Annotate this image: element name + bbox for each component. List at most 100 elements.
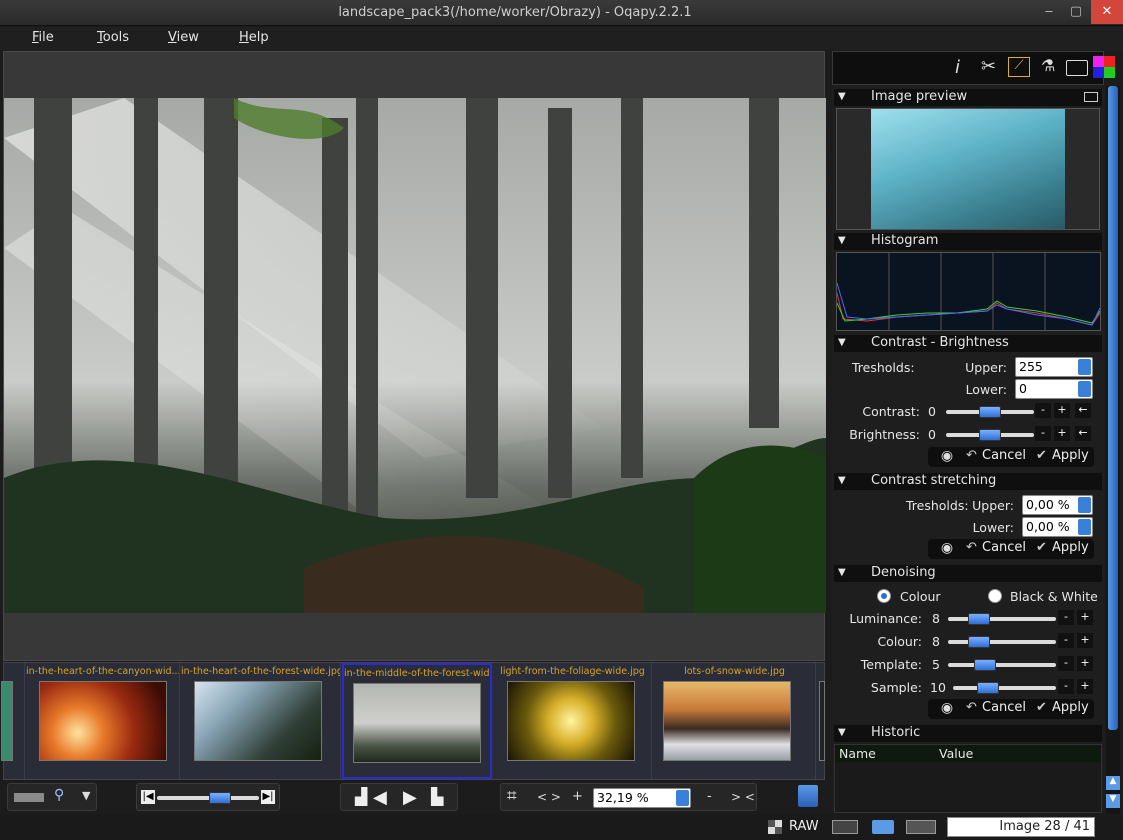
preview-eye-icon[interactable]: ◉ xyxy=(930,540,964,558)
scissors-icon[interactable]: ✂ xyxy=(981,56,996,77)
zoom-in-button[interactable]: + xyxy=(572,789,583,804)
menu-tools[interactable]: Tools xyxy=(97,30,129,45)
section-histogram[interactable]: ▼ Histogram xyxy=(834,233,1102,250)
panel-scrollbar[interactable]: ▲ ▼ xyxy=(1106,86,1120,814)
contrast-plus-button[interactable]: + xyxy=(1054,403,1070,418)
collapse-arrow-icon[interactable]: ▼ xyxy=(838,727,846,738)
collapse-arrow-icon[interactable]: ▼ xyxy=(838,235,846,246)
first-icon[interactable]: |◀ xyxy=(141,790,155,804)
menu-file[interactable]: File xyxy=(32,30,54,45)
sample-slider[interactable] xyxy=(953,682,1056,694)
close-button[interactable]: ✕ xyxy=(1091,0,1123,24)
last-image-icon[interactable]: ▙ xyxy=(431,787,443,806)
maximize-button[interactable]: ▢ xyxy=(1063,0,1089,24)
folder-icon[interactable] xyxy=(872,820,894,834)
thumbnail-item[interactable]: lots-of-snow-wide.jpg xyxy=(654,663,816,779)
menu-view[interactable]: View xyxy=(168,30,199,45)
collapse-arrow-icon[interactable]: ▼ xyxy=(838,475,846,486)
preview-eye-icon[interactable]: ◉ xyxy=(930,700,964,718)
template-plus-button[interactable]: + xyxy=(1077,656,1093,671)
trash-icon[interactable] xyxy=(798,785,818,807)
colour-minus-button[interactable]: - xyxy=(1058,633,1074,648)
folder-icon[interactable] xyxy=(1066,60,1088,76)
brightness-slider[interactable] xyxy=(946,429,1034,441)
menu-help[interactable]: Help xyxy=(239,30,269,45)
colour-slider[interactable] xyxy=(948,636,1056,648)
section-contrast-brightness[interactable]: ▼ Contrast - Brightness xyxy=(834,335,1102,352)
color-grid-icon[interactable] xyxy=(1093,56,1115,78)
colour-radio[interactable] xyxy=(877,589,891,603)
luminance-plus-button[interactable]: + xyxy=(1077,610,1093,625)
section-contrast-stretching[interactable]: ▼ Contrast stretching xyxy=(834,473,1102,490)
sample-plus-button[interactable]: + xyxy=(1077,679,1093,694)
zoom-out-button[interactable]: - xyxy=(707,789,712,804)
flask-icon[interactable]: ⚗ xyxy=(1041,56,1055,75)
luminance-minus-button[interactable]: - xyxy=(1058,610,1074,625)
thumbnail-item[interactable]: in-the-heart-of-the-forest-wide.jpg xyxy=(181,663,341,779)
col-value-header[interactable]: Value xyxy=(939,746,973,761)
bw-radio[interactable] xyxy=(988,589,1002,603)
lower-threshold-input[interactable]: 0 xyxy=(1015,379,1093,399)
template-minus-button[interactable]: - xyxy=(1058,656,1074,671)
strip-icon[interactable] xyxy=(906,820,936,834)
zoom-fill-button[interactable]: > < xyxy=(731,790,755,804)
apply-button[interactable]: Apply xyxy=(1052,700,1089,715)
raw-label[interactable]: RAW xyxy=(789,819,819,834)
film-icon[interactable] xyxy=(832,820,858,834)
stretch-upper-input[interactable]: 0,00 % xyxy=(1022,495,1093,515)
collapse-arrow-icon[interactable]: ▼ xyxy=(838,337,846,348)
brightness-reset-button[interactable]: ← xyxy=(1075,426,1091,441)
zoom-fit-button[interactable]: < > xyxy=(537,790,561,804)
brightness-minus-button[interactable]: - xyxy=(1035,426,1051,441)
collapse-arrow-icon[interactable]: ▼ xyxy=(838,567,846,578)
section-image-preview[interactable]: ▼ Image preview xyxy=(834,89,1102,106)
thumbnail-partial[interactable] xyxy=(1,663,25,779)
cancel-button[interactable]: Cancel xyxy=(982,540,1026,555)
sample-minus-button[interactable]: - xyxy=(1058,679,1074,694)
section-historic[interactable]: ▼ Historic xyxy=(834,725,1102,742)
section-denoising[interactable]: ▼ Denoising xyxy=(834,565,1102,582)
col-name-header[interactable]: Name xyxy=(839,746,876,761)
thumbnail-partial[interactable] xyxy=(817,663,825,779)
collapse-arrow-icon[interactable]: ▼ xyxy=(838,91,846,102)
preview-eye-icon[interactable]: ◉ xyxy=(930,448,964,466)
magnifier-icon[interactable]: ⚲ xyxy=(54,787,64,803)
contrast-slider[interactable] xyxy=(946,406,1034,418)
colour-plus-button[interactable]: + xyxy=(1077,633,1093,648)
detach-icon[interactable] xyxy=(1084,92,1098,102)
scrollbar-thumb[interactable] xyxy=(1108,86,1118,730)
stretch-lower-label: Lower: xyxy=(972,520,1014,535)
scroll-down-icon[interactable]: ▼ xyxy=(1106,794,1120,808)
luminance-slider[interactable] xyxy=(948,613,1056,625)
crop-icon[interactable]: ⌗ xyxy=(507,786,517,806)
stretch-lower-input[interactable]: 0,00 % xyxy=(1022,517,1093,537)
thumbnail-strip[interactable]: in-the-heart-of-the-canyon-wid... in-the… xyxy=(1,662,825,780)
template-slider[interactable] xyxy=(948,659,1056,671)
main-image[interactable] xyxy=(4,98,826,613)
zoom-input[interactable]: 32,19 % xyxy=(593,788,691,808)
thumbnail-size-icon[interactable] xyxy=(14,793,44,802)
last-icon[interactable]: ▶| xyxy=(261,790,275,804)
previous-image-icon[interactable]: ◀ xyxy=(373,787,387,808)
first-image-icon[interactable]: ▟ xyxy=(355,787,367,806)
thumbnail-item[interactable]: light-from-the-foliage-wide.jpg xyxy=(494,663,652,779)
dropdown-arrow-icon[interactable]: ▼ xyxy=(82,789,90,802)
info-icon[interactable]: i xyxy=(955,57,960,78)
contrast-minus-button[interactable]: - xyxy=(1035,403,1051,418)
scroll-up-icon[interactable]: ▲ xyxy=(1106,776,1120,790)
image-viewer[interactable] xyxy=(3,51,826,661)
contrast-reset-button[interactable]: ← xyxy=(1075,403,1091,418)
next-image-icon[interactable]: ▶ xyxy=(403,787,417,808)
levels-icon[interactable]: ⟋ xyxy=(1008,57,1030,77)
thumbnail-item-selected[interactable]: in-the-middle-of-the-forest-wid... xyxy=(342,663,492,779)
apply-button[interactable]: Apply xyxy=(1052,448,1089,463)
apply-button[interactable]: Apply xyxy=(1052,540,1089,555)
strip-slider[interactable] xyxy=(157,792,259,804)
cancel-button[interactable]: Cancel xyxy=(982,700,1026,715)
brightness-label: Brightness: xyxy=(849,427,920,442)
brightness-plus-button[interactable]: + xyxy=(1054,426,1070,441)
thumbnail-item[interactable]: in-the-heart-of-the-canyon-wid... xyxy=(26,663,180,779)
minimize-button[interactable]: ‒ xyxy=(1036,0,1062,24)
upper-threshold-input[interactable]: 255 xyxy=(1015,357,1093,377)
cancel-button[interactable]: Cancel xyxy=(982,448,1026,463)
